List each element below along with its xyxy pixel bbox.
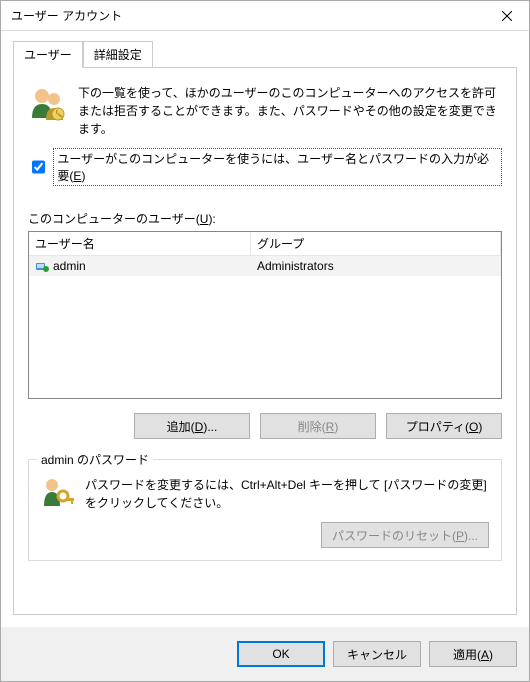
- apply-button[interactable]: 適用(A): [429, 641, 517, 667]
- titlebar: ユーザー アカウント: [1, 1, 529, 31]
- tab-advanced[interactable]: 詳細設定: [83, 41, 153, 68]
- password-row: パスワードを変更するには、Ctrl+Alt+Del キーを押して [パスワードの…: [41, 476, 489, 512]
- remove-button[interactable]: 削除(R): [260, 413, 376, 439]
- dialog-footer: OK キャンセル 適用(A): [1, 627, 529, 681]
- client-area: ユーザー 詳細設定 下の一覧を使って、ほかのユーザーのこのコンピューターへのアク…: [1, 31, 529, 627]
- add-button[interactable]: 追加(D)...: [134, 413, 250, 439]
- cell-group: Administrators: [251, 256, 501, 276]
- user-accounts-window: ユーザー アカウント ユーザー 詳細設定 下の一覧を使って、ほかのユーザ: [0, 0, 530, 682]
- cancel-button[interactable]: キャンセル: [333, 641, 421, 667]
- properties-button[interactable]: プロパティ(O): [386, 413, 502, 439]
- intro-text: 下の一覧を使って、ほかのユーザーのこのコンピューターへのアクセスを許可または拒否…: [78, 84, 502, 138]
- tab-users[interactable]: ユーザー: [13, 41, 83, 68]
- password-text: パスワードを変更するには、Ctrl+Alt+Del キーを押して [パスワードの…: [85, 476, 489, 512]
- intro-row: 下の一覧を使って、ほかのユーザーのこのコンピューターへのアクセスを許可または拒否…: [28, 84, 502, 138]
- password-groupbox: admin のパスワード パスワードを変更するには、Ctrl+Alt+Del キ…: [28, 459, 502, 561]
- tab-body-users: 下の一覧を使って、ほかのユーザーのこのコンピューターへのアクセスを許可または拒否…: [13, 67, 517, 615]
- column-group[interactable]: グループ: [251, 232, 501, 255]
- users-list-header: ユーザー名 グループ: [29, 232, 501, 256]
- key-icon: [41, 476, 75, 510]
- table-row[interactable]: admin Administrators: [29, 256, 501, 276]
- window-title: ユーザー アカウント: [11, 7, 122, 24]
- users-list-label: このコンピューターのユーザー(U):: [28, 210, 502, 227]
- reset-password-button[interactable]: パスワードのリセット(P)...: [321, 522, 489, 548]
- user-icon: [35, 259, 49, 273]
- ok-button[interactable]: OK: [237, 641, 325, 667]
- users-buttons-row: 追加(D)... 削除(R) プロパティ(O): [28, 413, 502, 439]
- require-credentials-checkbox[interactable]: [32, 160, 45, 174]
- users-icon: [28, 84, 68, 124]
- close-button[interactable]: [484, 1, 529, 31]
- password-button-row: パスワードのリセット(P)...: [41, 522, 489, 548]
- require-credentials-row: ユーザーがこのコンピューターを使うには、ユーザー名とパスワードの入力が必要(E): [28, 148, 502, 186]
- cell-username: admin: [29, 256, 251, 276]
- users-list[interactable]: ユーザー名 グループ admin Administrators: [28, 231, 502, 399]
- password-groupbox-title: admin のパスワード: [37, 451, 153, 468]
- column-username[interactable]: ユーザー名: [29, 232, 251, 255]
- require-credentials-label[interactable]: ユーザーがこのコンピューターを使うには、ユーザー名とパスワードの入力が必要(E): [53, 148, 502, 186]
- tabs-header: ユーザー 詳細設定: [13, 41, 517, 68]
- close-icon: [502, 11, 512, 21]
